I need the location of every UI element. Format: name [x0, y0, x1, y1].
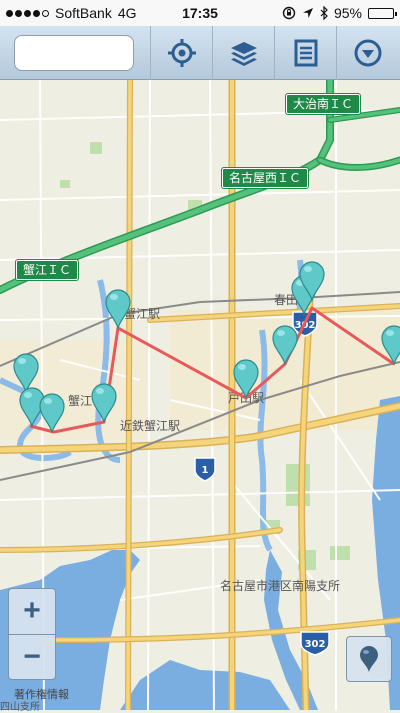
- toolbar-buttons: [150, 25, 398, 80]
- status-bar: SoftBank 4G 17:35 95%: [0, 0, 400, 26]
- nanyou-branch-label: 名古屋市港区南陽支所: [220, 578, 340, 593]
- battery-percent: 95%: [333, 5, 362, 21]
- list-button[interactable]: [274, 25, 336, 80]
- network-label: 4G: [117, 5, 137, 21]
- route-1-label: 1: [202, 465, 209, 476]
- layers-icon: [230, 41, 257, 66]
- locate-button[interactable]: [150, 25, 212, 80]
- zoom-in-button[interactable]: +: [9, 589, 55, 634]
- dropdown-icon: [354, 39, 381, 66]
- map-pin-icon: [360, 646, 378, 672]
- bluetooth-icon: [320, 6, 328, 20]
- locate-icon: [167, 38, 196, 67]
- ic-sign-nagoya-nishi: 名古屋西ＩＣ: [222, 168, 309, 188]
- ic-sign-oharu-minami: 大治南ＩＣ: [286, 94, 361, 114]
- bottom-partial-label: 四山支所: [0, 702, 40, 713]
- kintetsu-kanie-label: 近鉄蟹江駅: [120, 418, 180, 433]
- battery-icon: [368, 7, 397, 19]
- status-right: 95%: [282, 5, 397, 21]
- drop-pin-button[interactable]: [346, 636, 392, 682]
- location-arrow-icon: [302, 8, 313, 18]
- route-302-south-label: 302: [305, 639, 326, 650]
- signal-strength-icon: [6, 9, 49, 17]
- dropdown-button[interactable]: [336, 25, 398, 80]
- toolbar: [0, 25, 400, 80]
- ic-sign-kanie: 蟹江ＩＣ: [16, 260, 79, 280]
- zoom-out-button[interactable]: −: [9, 633, 55, 680]
- carrier-label: SoftBank: [55, 5, 112, 21]
- zoom-controls: + −: [8, 588, 56, 680]
- list-icon: [294, 39, 317, 66]
- status-left: SoftBank 4G: [6, 5, 282, 21]
- map-view[interactable]: 302 1 302 蟹江駅 近鉄蟹江駅 春田 戸田駅 蟹江 名古屋市港区南陽支所: [0, 80, 400, 710]
- kanie-station-label: 蟹江駅: [124, 306, 160, 321]
- rotation-lock-icon: [282, 6, 296, 20]
- layers-button[interactable]: [212, 25, 274, 80]
- search-input[interactable]: [14, 34, 134, 71]
- kanie-town-label: 蟹江: [68, 393, 92, 408]
